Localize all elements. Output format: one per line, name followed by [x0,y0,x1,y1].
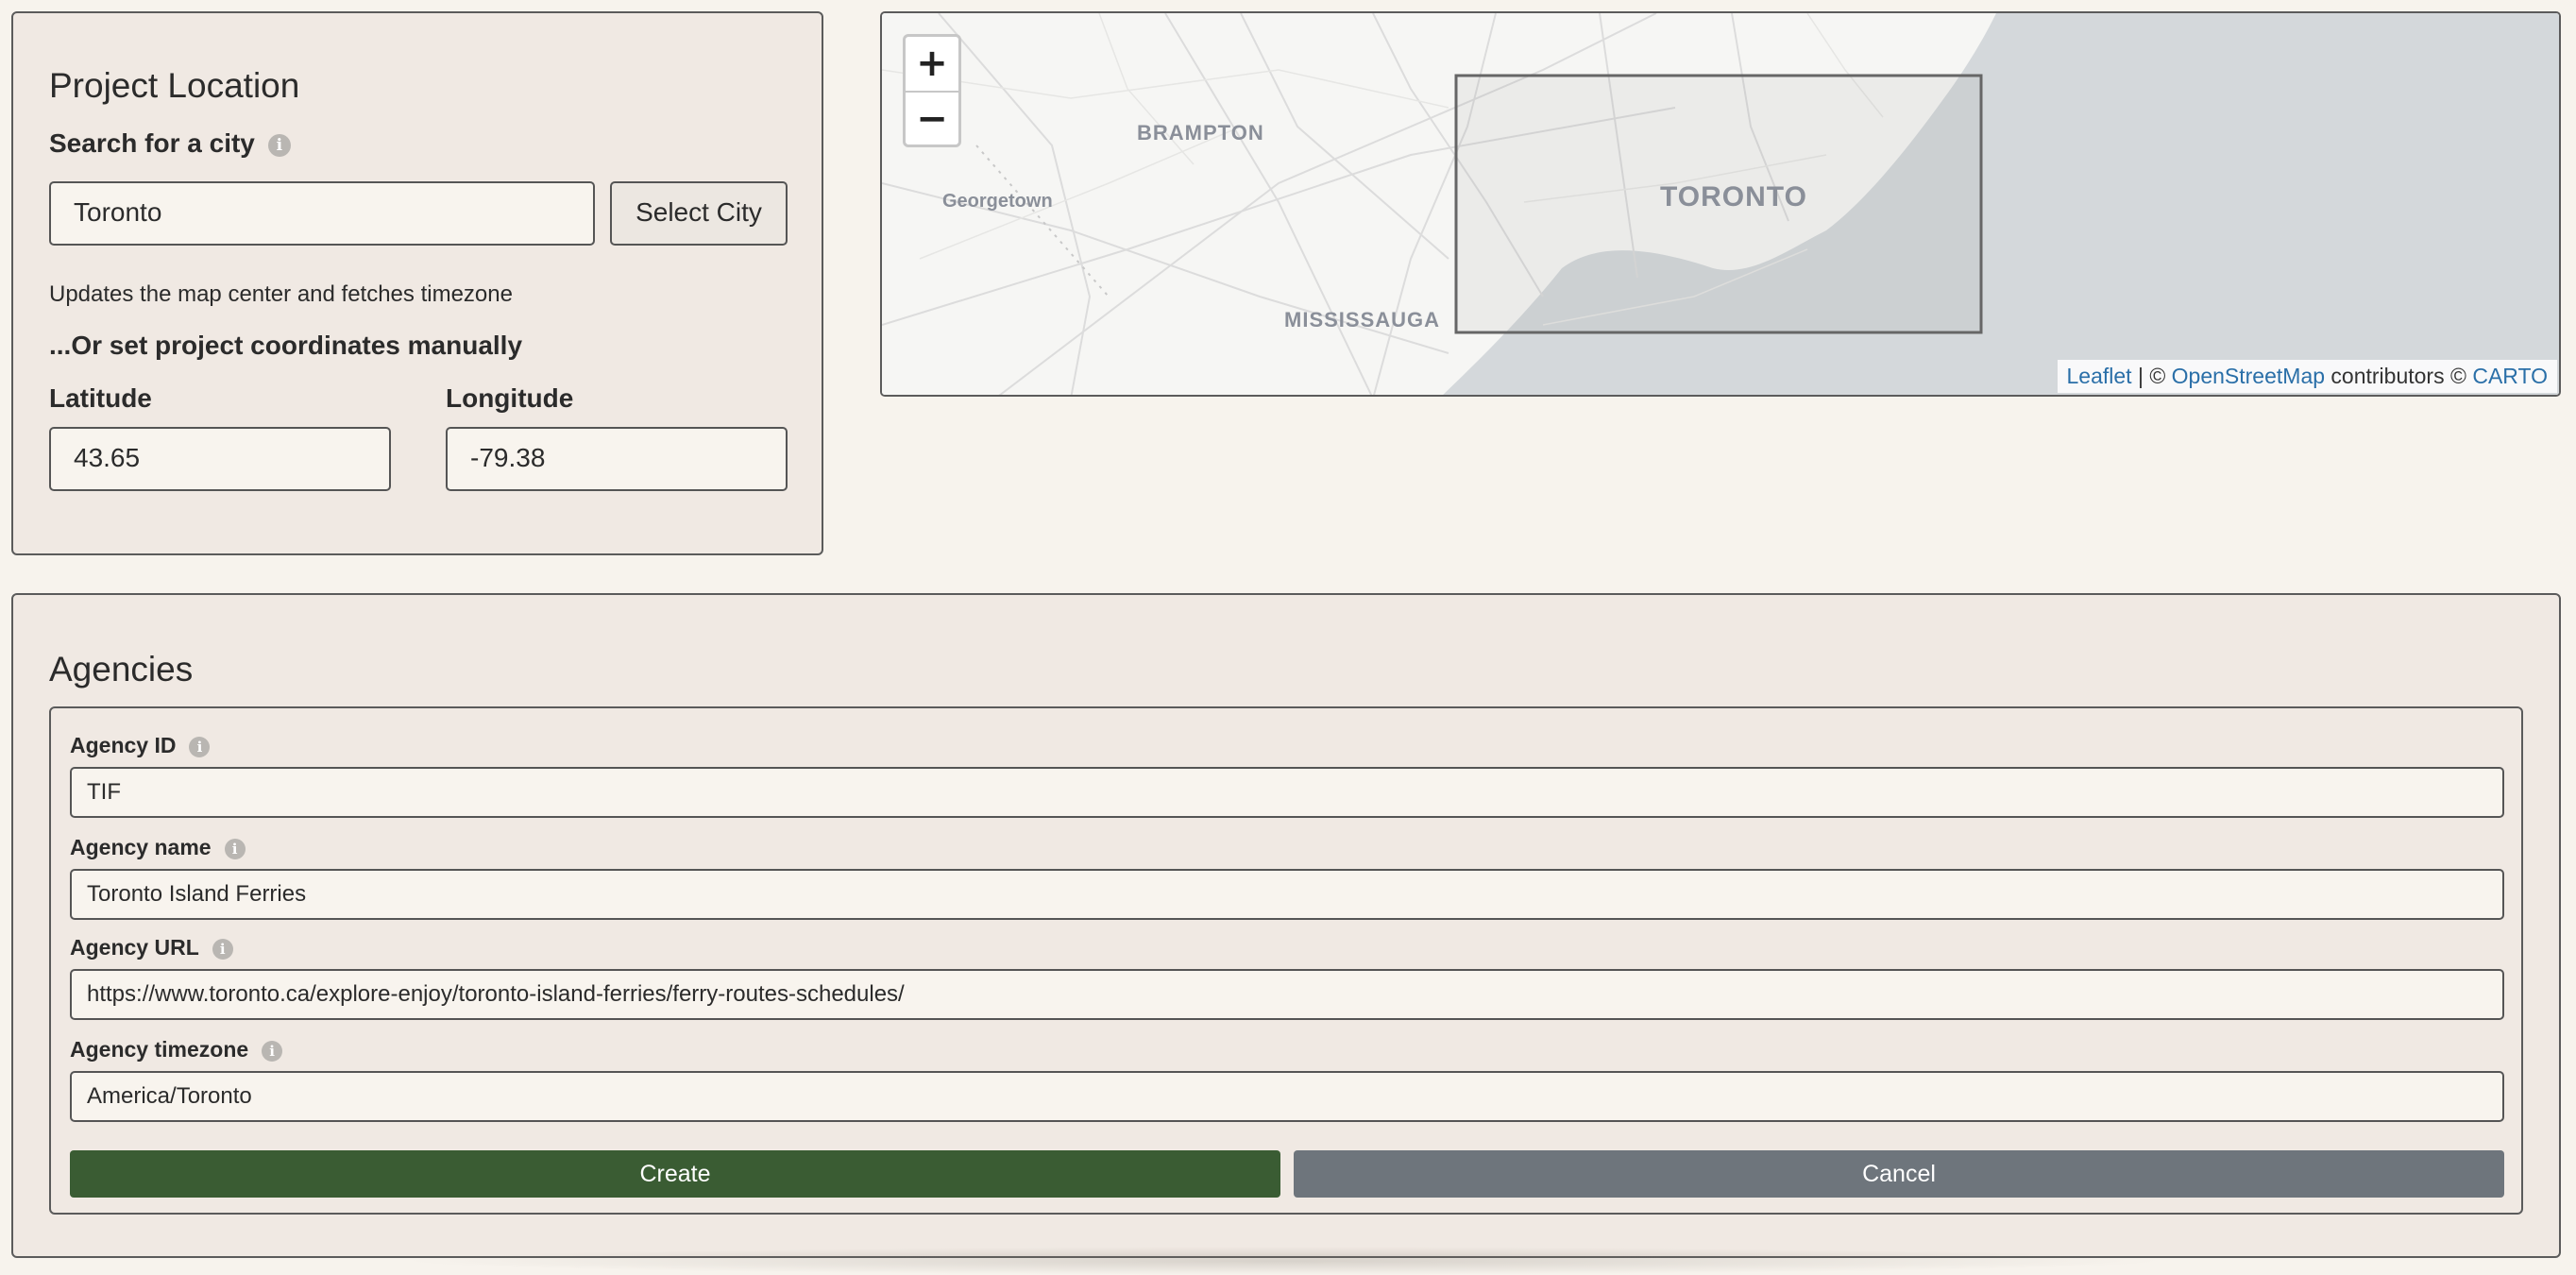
location-map[interactable]: BRAMPTON Georgetown TORONTO MISSISSAUGA … [880,11,2561,397]
agency-timezone-label-text: Agency timezone [70,1037,249,1062]
leaflet-link[interactable]: Leaflet [2067,364,2132,388]
latitude-input[interactable]: 43.65 [49,427,391,491]
attribution-separator: | © [2131,364,2172,388]
longitude-label: Longitude [446,383,574,413]
info-icon[interactable]: i [267,133,291,157]
project-location-title: Project Location [49,66,300,105]
agency-id-input[interactable]: TIF [70,767,2504,818]
agency-url-label-text: Agency URL [70,935,199,960]
longitude-input[interactable]: -79.38 [446,427,788,491]
agency-name-label: Agency name i [70,835,246,860]
info-icon[interactable]: i [212,938,233,960]
cancel-button[interactable]: Cancel [1294,1150,2504,1198]
map-label-georgetown: Georgetown [942,191,1053,212]
agencies-panel: Agencies Agency ID i TIF Agency name i Tor… [11,593,2561,1258]
search-city-label: Search for a city i [49,128,291,159]
agency-url-input[interactable]: https://www.toronto.ca/explore-enjoy/tor… [70,969,2504,1020]
latitude-label: Latitude [49,383,152,413]
info-icon[interactable]: i [262,1040,283,1062]
agency-id-label: Agency ID i [70,733,211,758]
agency-id-label-text: Agency ID [70,733,177,757]
agency-url-label: Agency URL i [70,935,233,960]
zoom-control: + − [903,34,961,147]
carto-link[interactable]: CARTO [2472,364,2548,388]
manual-coordinates-heading: ...Or set project coordinates manually [49,331,523,360]
city-search-input[interactable]: Toronto [49,181,595,246]
agency-name-label-text: Agency name [70,835,212,859]
agency-name-input[interactable]: Toronto Island Ferries [70,869,2504,920]
agency-form: Agency ID i TIF Agency name i Toronto Isla… [49,706,2523,1215]
openstreetmap-link[interactable]: OpenStreetMap [2172,364,2325,388]
create-button[interactable]: Create [70,1150,1280,1198]
select-city-button[interactable]: Select City [610,181,788,246]
search-city-label-text: Search for a city [49,128,255,158]
agencies-title: Agencies [49,650,194,688]
attribution-contributors: contributors © [2325,364,2473,388]
map-label-mississauga: MISSISSAUGA [1284,308,1441,332]
project-location-panel: Project Location Search for a city i Toro… [11,11,823,555]
search-hint: Updates the map center and fetches timez… [49,281,513,307]
agency-timezone-input[interactable]: America/Toronto [70,1071,2504,1122]
info-icon[interactable]: i [224,838,246,859]
bottom-shadow [397,1247,2172,1275]
map-attribution: Leaflet | © OpenStreetMap contributors ©… [2057,360,2557,393]
info-icon[interactable]: i [189,736,211,757]
zoom-out-button[interactable]: − [906,93,958,146]
map-label-brampton: BRAMPTON [1137,121,1264,144]
agency-timezone-label: Agency timezone i [70,1037,283,1062]
map-label-toronto: TORONTO [1660,181,1807,212]
zoom-in-button[interactable]: + [906,37,958,93]
